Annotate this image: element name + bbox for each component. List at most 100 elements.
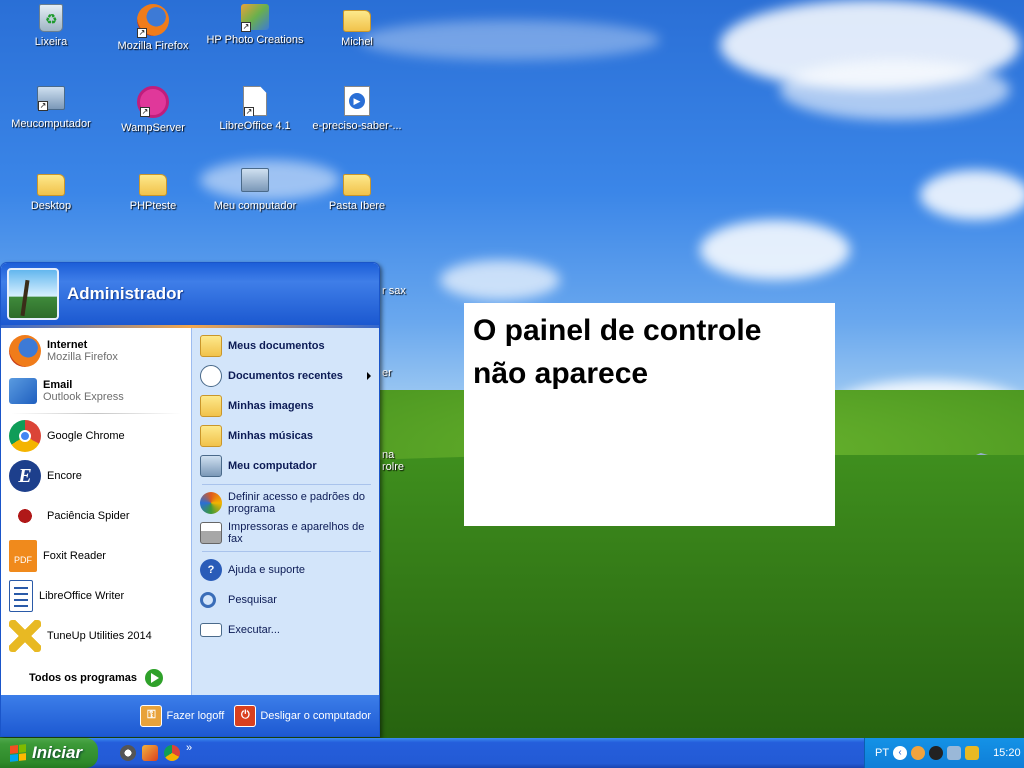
program-label: LibreOffice Writer — [39, 590, 125, 602]
desktop-icon-partial-label[interactable]: er — [382, 367, 422, 379]
pinned-title: Email — [43, 379, 73, 391]
tray-orange-icon[interactable] — [911, 746, 926, 760]
chrome-icon[interactable] — [164, 745, 180, 761]
photo-creations-icon: ↗ — [241, 4, 269, 32]
place-run[interactable]: Executar... — [192, 615, 379, 645]
program-label: Google Chrome — [47, 430, 125, 442]
desktop-icon-firefox[interactable]: ↗ Mozilla Firefox — [103, 4, 203, 52]
desktop-icon-michel[interactable]: Michel — [307, 4, 407, 48]
desktop-icon-phpteste[interactable]: PHPteste — [103, 168, 203, 212]
menu-separator — [11, 413, 181, 414]
partial-label: er — [382, 367, 392, 379]
all-programs-button[interactable]: Todos os programas — [1, 658, 191, 698]
recycle-bin-icon: ♻ — [39, 4, 63, 32]
place-program-defaults[interactable]: Definir acesso e padrões do programa — [192, 488, 379, 518]
my-computer-icon — [200, 455, 222, 477]
desktop-icon-hp-photo[interactable]: ↗ HP Photo Creations — [205, 4, 305, 46]
program-label: Encore — [47, 470, 82, 482]
place-label: Minhas músicas — [228, 430, 313, 442]
start-menu-header: Administrador — [1, 263, 379, 325]
my-music-icon — [200, 425, 222, 447]
start-menu-places: Meus documentos Documentos recentes Minh… — [191, 328, 379, 698]
logoff-button[interactable]: ⚿ Fazer logoff — [140, 704, 225, 727]
tray-tuneup-icon[interactable] — [965, 746, 980, 760]
folder-icon — [343, 10, 371, 32]
note-line: não aparece — [473, 357, 649, 390]
desktop-icon-wampserver[interactable]: ↗ WampServer — [103, 86, 203, 134]
place-my-computer[interactable]: Meu computador — [192, 451, 379, 481]
partial-label: na — [382, 449, 395, 461]
place-label: Meu computador — [228, 460, 317, 472]
menu-separator — [202, 551, 371, 552]
recent-encore[interactable]: E Encore — [1, 456, 191, 496]
desktop-icon-label: Meucomputador — [11, 118, 91, 130]
desktop-icon-label: PHPteste — [129, 200, 177, 212]
place-search[interactable]: Pesquisar — [192, 585, 379, 615]
clock[interactable]: 15:20 — [993, 747, 1021, 759]
printer-icon — [200, 522, 222, 544]
pinned-internet[interactable]: Internet Mozilla Firefox — [1, 331, 191, 371]
pinned-subtitle: Outlook Express — [43, 391, 124, 403]
place-my-pictures[interactable]: Minhas imagens — [192, 391, 379, 421]
desktop-icon-partial-label[interactable]: na rolre — [382, 449, 422, 473]
start-menu-programs: Internet Mozilla Firefox Email Outlook Exp… — [1, 328, 191, 698]
place-my-documents[interactable]: Meus documentos — [192, 331, 379, 361]
place-my-music[interactable]: Minhas músicas — [192, 421, 379, 451]
desktop-icon-label: LibreOffice 4.1 — [219, 120, 291, 132]
desktop-icon-label: Michel — [341, 36, 373, 48]
menu-separator — [202, 484, 371, 485]
tray-bug-icon[interactable] — [929, 746, 944, 760]
tuneup-icon — [9, 620, 41, 652]
my-pictures-icon — [200, 395, 222, 417]
computer-icon — [241, 168, 269, 192]
desktop-icon-label: e-preciso-saber-... — [312, 120, 402, 132]
wampserver-icon: ↗ — [137, 86, 169, 118]
desktop-icon-meucomputador[interactable]: ↗ Meucomputador — [1, 86, 101, 130]
shutdown-button[interactable]: ⏻ Desligar o computador — [234, 704, 371, 727]
power-icon: ⏻ — [234, 704, 257, 727]
libreoffice-writer-icon — [9, 580, 33, 612]
recent-tuneup[interactable]: TuneUp Utilities 2014 — [1, 616, 191, 656]
desktop-icon-desktop-folder[interactable]: Desktop — [1, 168, 101, 212]
tray-network-icon[interactable] — [947, 746, 962, 760]
place-label: Executar... — [228, 624, 280, 636]
encore-icon: E — [9, 460, 41, 492]
program-label: TuneUp Utilities 2014 — [47, 630, 152, 642]
desktop-icon-libreoffice[interactable]: ↗ LibreOffice 4.1 — [205, 86, 305, 132]
logoff-label: Fazer logoff — [166, 709, 225, 722]
desktop-icon-label: Pasta Ibere — [328, 200, 386, 212]
place-help[interactable]: ? Ajuda e suporte — [192, 555, 379, 585]
desktop-icon-label: Lixeira — [34, 36, 68, 48]
paint-icon[interactable] — [142, 745, 158, 761]
pinned-email[interactable]: Email Outlook Express — [1, 371, 191, 411]
language-indicator[interactable]: PT — [875, 747, 889, 759]
desktop-icon-pasta-ibere[interactable]: Pasta Ibere — [307, 168, 407, 212]
avatar[interactable] — [7, 268, 59, 320]
program-label: Paciência Spider — [47, 510, 130, 522]
recent-foxit[interactable]: PDF Foxit Reader — [1, 536, 191, 576]
recent-chrome[interactable]: Google Chrome — [1, 416, 191, 456]
note-line: O painel de controle — [473, 314, 762, 347]
desktop-icon-partial-label[interactable]: r sax — [382, 285, 422, 297]
show-desktop-icon[interactable] — [120, 745, 136, 761]
folder-icon — [139, 174, 167, 196]
desktop-icon-recycle-bin[interactable]: ♻ Lixeira — [1, 4, 101, 48]
spider-solitaire-icon — [9, 500, 41, 532]
shutdown-label: Desligar o computador — [260, 709, 371, 722]
place-printers[interactable]: Impressoras e aparelhos de fax — [192, 518, 379, 548]
partial-label: rolre — [382, 461, 405, 473]
windows-flag-icon — [10, 744, 26, 762]
recent-writer[interactable]: LibreOffice Writer — [1, 576, 191, 616]
desktop-icon-media-file[interactable]: ▶ e-preciso-saber-... — [307, 86, 407, 132]
quick-launch-overflow[interactable]: » — [186, 742, 192, 754]
recent-spider[interactable]: Paciência Spider — [1, 496, 191, 536]
place-label: Documentos recentes — [228, 370, 343, 382]
start-button[interactable]: Iniciar — [0, 738, 98, 768]
desktop-icon-meu-computador[interactable]: Meu computador — [205, 168, 305, 212]
place-recent-documents[interactable]: Documentos recentes — [192, 361, 379, 391]
desktop-icon-label: Meu computador — [213, 200, 297, 212]
firefox-icon: ↗ — [137, 4, 169, 38]
tray-expand-icon[interactable]: ‹ — [893, 746, 908, 760]
firefox-icon — [9, 335, 41, 367]
outlook-express-icon — [9, 378, 37, 404]
